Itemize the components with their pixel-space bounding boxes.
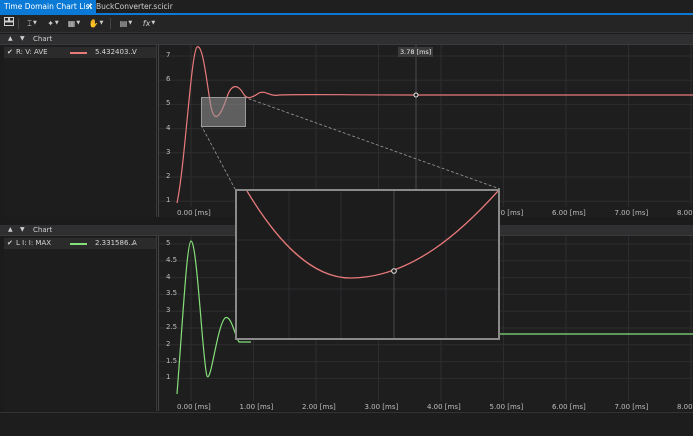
- y-tick-label: 2: [166, 339, 171, 348]
- x-tick-label: 7.00 [ms]: [614, 209, 649, 217]
- check-icon[interactable]: ✔: [7, 238, 13, 249]
- magnified-plot: [237, 191, 498, 338]
- collapse-up-icon[interactable]: ▲: [8, 225, 13, 235]
- y-tick-label: 6: [166, 75, 171, 84]
- x-tick-label: 3.00 [ms]: [364, 403, 399, 411]
- series-name: L I: I: MAX: [16, 239, 52, 247]
- fit-axis-icon[interactable]: ⌶▼: [22, 17, 42, 30]
- cursor-time-label[interactable]: 3.78 [ms]: [398, 47, 434, 57]
- x-tick-label: 2.00 [ms]: [302, 403, 336, 411]
- collapse-down-icon[interactable]: ▼: [20, 225, 25, 235]
- y-tick-label: 7: [166, 51, 171, 59]
- y-tick-label: 4: [166, 272, 171, 281]
- status-bar: [0, 412, 693, 436]
- chart-header-label: Chart: [33, 226, 53, 234]
- y-tick-label: 1.5: [166, 356, 178, 365]
- check-icon[interactable]: ✔: [7, 47, 13, 58]
- legend-panel: ✔ R: V: AVE 5.432403... V: [4, 45, 157, 217]
- x-tick-label: 5.00 [ms]: [489, 403, 524, 411]
- x-tick-label: 1.00 [ms]: [239, 403, 274, 411]
- tab-time-domain-chart-list[interactable]: Time Domain Chart List ✕: [0, 0, 96, 13]
- x-tick-label: 6.00 [ms]: [552, 209, 586, 217]
- tab-label: BuckConverter.scicir: [96, 2, 173, 11]
- marker-icon[interactable]: ✦▼: [45, 17, 61, 30]
- pan-hand-icon[interactable]: ✋▼: [87, 17, 105, 30]
- series-unit: V: [132, 48, 137, 56]
- x-tick-label: 8.00 [ms]: [677, 209, 693, 217]
- y-tick-label: 3.5: [166, 289, 178, 298]
- y-tick-label: 5: [166, 99, 171, 108]
- series-value: 5.432403...: [95, 48, 136, 56]
- voltage-series: [176, 46, 693, 204]
- magnified-voltage-series: [246, 191, 498, 279]
- collapse-down-icon[interactable]: ▼: [20, 34, 25, 44]
- chart-panel-header[interactable]: ▲ ▼ Chart: [0, 34, 693, 45]
- cursor-marker: [391, 268, 397, 274]
- y-tick-label: 2: [166, 172, 171, 180]
- x-tick-label: 8.00 [ms]: [677, 403, 693, 411]
- series-swatch: [70, 243, 87, 245]
- tab-buckconverter[interactable]: BuckConverter.scicir: [92, 0, 177, 13]
- x-tick-label: 0.00 [ms]: [177, 403, 211, 411]
- y-tick-label: 1: [166, 196, 171, 205]
- export-icon[interactable]: ▤▼: [116, 17, 136, 30]
- cursor-marker: [413, 92, 419, 98]
- legend-panel: ✔ L I: I: MAX 2.331586... A: [4, 236, 157, 411]
- tab-label: Time Domain Chart List: [4, 2, 93, 11]
- y-tick-label: 1: [166, 373, 171, 382]
- series-swatch: [70, 52, 87, 54]
- grid-icon[interactable]: ▦▼: [65, 17, 83, 30]
- x-tick-label: 0.00 [ms]: [177, 209, 211, 217]
- series-unit: A: [132, 239, 137, 247]
- y-tick-label: 3: [166, 147, 171, 156]
- document-tab-bar: Time Domain Chart List ✕ BuckConverter.s…: [0, 0, 693, 15]
- series-name: R: V: AVE: [16, 48, 48, 56]
- x-tick-label: 4.00 [ms]: [427, 403, 461, 411]
- magnifier-window[interactable]: [235, 189, 500, 340]
- legend-row-voltage[interactable]: ✔ R: V: AVE 5.432403... V: [4, 47, 156, 58]
- y-tick-label: 3: [166, 306, 171, 315]
- y-tick-label: 2.5: [166, 323, 178, 331]
- x-tick-label: 7.00 [ms]: [614, 403, 649, 411]
- y-tick-label: 4.5: [166, 255, 178, 264]
- layout-icon[interactable]: [3, 17, 15, 30]
- chart-header-label: Chart: [33, 35, 53, 43]
- y-tick-label: 4: [166, 123, 171, 132]
- y-tick-label: 5: [166, 239, 171, 247]
- series-value: 2.331586...: [95, 239, 136, 247]
- collapse-up-icon[interactable]: ▲: [8, 34, 13, 44]
- legend-row-current[interactable]: ✔ L I: I: MAX 2.331586... A: [4, 238, 156, 249]
- function-fx-icon[interactable]: fx▼: [139, 17, 159, 30]
- x-tick-label: 6.00 [ms]: [552, 403, 586, 411]
- chart-toolbar: ⌶▼ ✦▼ ▦▼ ✋▼ ▤▼ fx▼: [0, 15, 693, 33]
- zoom-selection-box[interactable]: [201, 97, 246, 127]
